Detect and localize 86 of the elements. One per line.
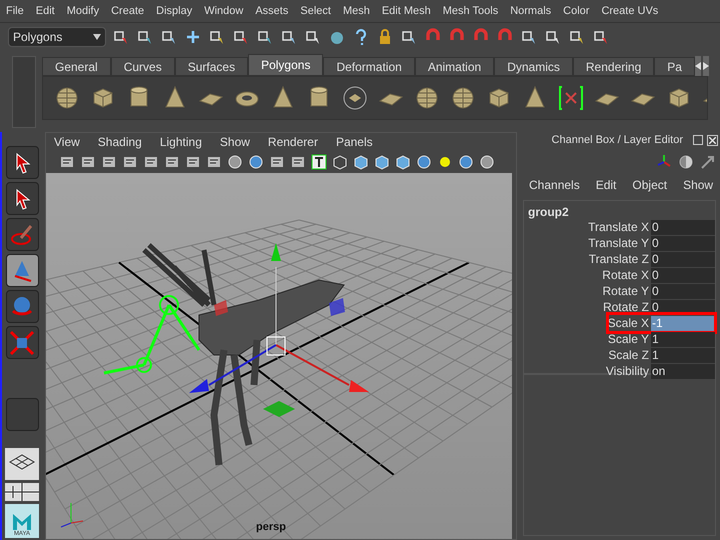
menu-item[interactable]: Assets [255, 2, 288, 20]
panel-menu-item[interactable]: Lighting [160, 133, 202, 151]
arrow-icon[interactable] [700, 154, 716, 170]
cube-icon[interactable] [394, 153, 412, 171]
channel-label[interactable]: Visibility [528, 362, 651, 380]
menu-item[interactable]: Select [300, 2, 331, 20]
half-circle-icon[interactable] [678, 154, 694, 170]
channel-label[interactable]: Scale Z [528, 346, 651, 364]
cube-icon[interactable] [352, 153, 370, 171]
channel-menu-item[interactable]: Object [632, 176, 668, 194]
shelf-tab[interactable]: General [42, 57, 111, 76]
channel-label[interactable]: Rotate Z [528, 298, 651, 316]
camera-label: persp [256, 520, 286, 534]
circle-icon[interactable] [247, 153, 265, 171]
sphere-icon[interactable] [226, 153, 244, 171]
left-triangle-icon [694, 62, 701, 70]
shelf-tab[interactable]: Surfaces [174, 57, 248, 76]
channel-label[interactable]: Scale Y [528, 330, 651, 348]
channel-label[interactable]: Translate Y [528, 234, 651, 252]
menu-item[interactable]: Normals [510, 2, 552, 20]
right-triangle-icon [702, 62, 709, 70]
select-arrow-tool-button[interactable] [6, 146, 38, 179]
channel-value-field[interactable]: 0 [651, 236, 715, 250]
shelf-handle[interactable] [12, 56, 36, 128]
menu-item[interactable]: Color [563, 2, 590, 20]
menu-set-dropdown[interactable]: Polygons [8, 26, 106, 46]
menu-item[interactable]: Window [204, 2, 244, 20]
menu-item[interactable]: Display [156, 2, 192, 20]
text-icon[interactable] [310, 153, 328, 171]
channel-menu-item[interactable]: Edit [596, 176, 616, 194]
channel-label[interactable]: Rotate Y [528, 282, 651, 300]
panel-menu-item[interactable]: Show [220, 133, 250, 151]
menu-item[interactable]: Modify [66, 2, 100, 20]
menu-item[interactable]: Mesh [342, 2, 370, 20]
shelf-tab[interactable]: Rendering [572, 57, 654, 76]
menu-item[interactable]: File [6, 2, 24, 20]
shelf-tab[interactable]: Pa [654, 57, 695, 76]
panel-menu-item[interactable]: Shading [98, 133, 142, 151]
channel-label[interactable]: Translate X [528, 218, 651, 236]
paint-brush-tool-button[interactable] [6, 218, 38, 251]
channel-label[interactable]: Scale X [528, 314, 651, 332]
float-button[interactable] [693, 135, 703, 145]
panel-menu-item[interactable]: View [54, 133, 80, 151]
shelf-tab[interactable]: Dynamics [494, 57, 573, 76]
panel-menu-item[interactable]: Panels [336, 133, 373, 151]
channel-menu-item[interactable]: Show [683, 176, 714, 194]
channel-label[interactable]: Rotate X [528, 266, 651, 284]
channel-value-field[interactable]: 0 [651, 284, 715, 298]
channel-value-field[interactable]: 0 [651, 220, 715, 234]
shelf-tab[interactable]: Curves [110, 57, 175, 76]
sphere-icon[interactable] [478, 153, 496, 171]
menu-item[interactable]: Create [111, 2, 144, 20]
channel-value-field[interactable]: 1 [651, 332, 715, 346]
rotate-sphere-tool-button[interactable] [6, 290, 38, 323]
layout-quad-icon[interactable] [5, 483, 39, 501]
layout-grid-icon[interactable] [5, 448, 39, 480]
close-icon [709, 136, 716, 144]
move-cone-tool-button[interactable] [6, 254, 38, 287]
scale-cube-icon [9, 330, 35, 356]
channel-value-field[interactable]: 1 [651, 348, 715, 362]
panel-menu-item[interactable]: Renderer [268, 133, 318, 151]
shelf-tab[interactable]: Polygons [248, 54, 324, 76]
menu-item[interactable]: Create UVs [601, 2, 658, 20]
wire-cube-icon[interactable] [331, 153, 349, 171]
menu-item[interactable]: Mesh Tools [442, 2, 498, 20]
menu-item[interactable]: Edit Mesh [382, 2, 431, 20]
checker-ball-icon[interactable] [415, 153, 433, 171]
scale-cube-tool-button[interactable] [6, 326, 38, 359]
sphere-icon[interactable] [457, 153, 475, 171]
channel-menu-item[interactable]: Channels [529, 176, 580, 194]
shelf-tab[interactable]: Animation [414, 57, 494, 76]
menu-item[interactable]: Edit [36, 2, 55, 20]
channel-value-field[interactable]: 0 [651, 252, 715, 266]
panel-title: Channel Box / Layer Editor [552, 132, 683, 148]
maya-logo-icon [11, 512, 33, 530]
scroll-right-button[interactable] [702, 56, 709, 76]
channel-value-field[interactable]: on [651, 364, 715, 378]
caret-icon [93, 34, 101, 40]
cube-icon[interactable] [373, 153, 391, 171]
channel-value-field[interactable]: 0 [651, 268, 715, 282]
close-button[interactable] [707, 134, 718, 146]
shelf-tab[interactable]: Deformation [323, 57, 415, 76]
channel-label[interactable]: Translate Z [528, 250, 651, 268]
scissors-icon[interactable] [557, 84, 585, 112]
object-name: group2 [528, 205, 570, 219]
axis-indicator-icon [60, 502, 84, 528]
